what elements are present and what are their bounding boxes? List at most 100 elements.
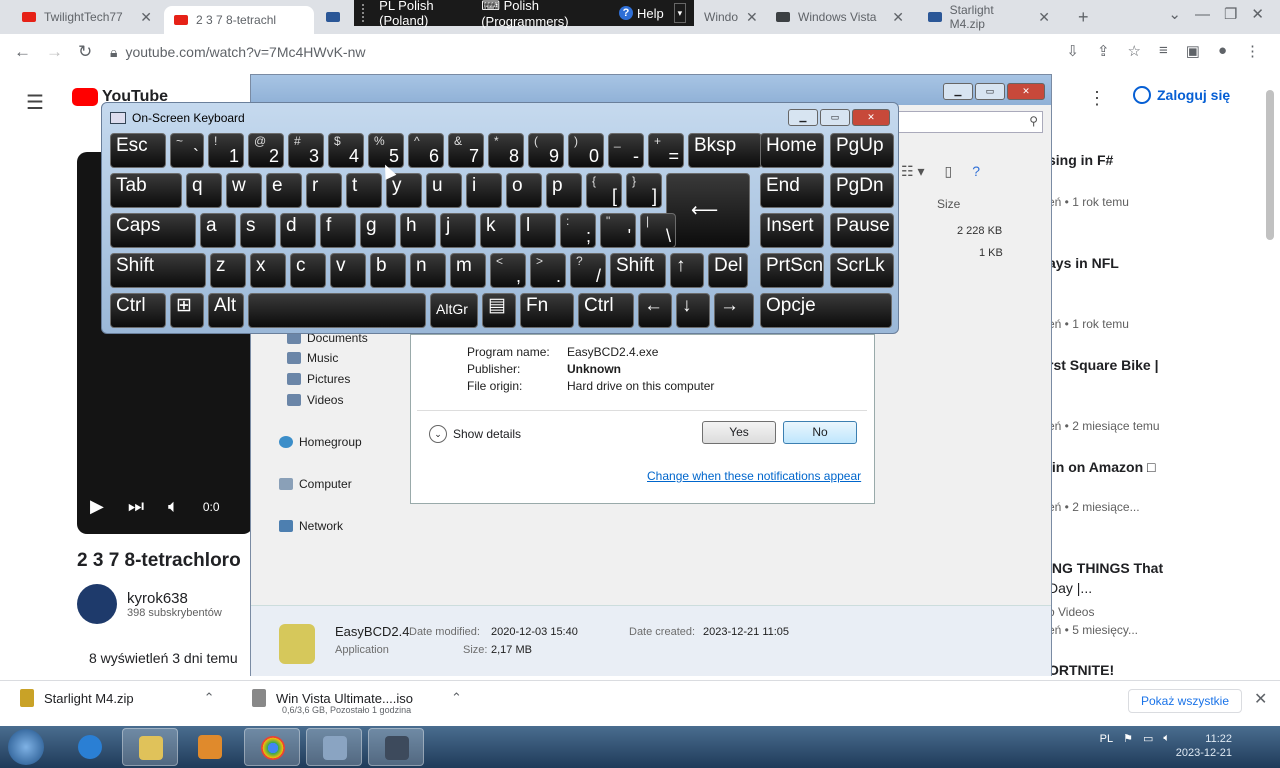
channel-name[interactable]: kyrok638 — [127, 590, 222, 607]
taskbar-chrome[interactable] — [244, 728, 300, 766]
minimize-icon[interactable]: — — [1195, 6, 1210, 23]
help-button[interactable]: ? Help — [618, 6, 664, 21]
address-bar[interactable]: 🔒︎ youtube.com/watch?v=7Mc4HWvK-nw — [110, 38, 1030, 66]
key-u[interactable]: u — [426, 173, 462, 208]
nav-videos[interactable]: Videos — [287, 393, 343, 407]
key-i[interactable]: i — [466, 173, 502, 208]
volume-icon[interactable]: 🔈︎ — [168, 496, 179, 518]
tab-windows[interactable] — [316, 4, 356, 30]
key-ctrl[interactable]: Ctrl — [110, 293, 166, 328]
key-sym-0-7[interactable]: ^ 6 — [408, 133, 444, 168]
maximize-button[interactable]: ▭ — [820, 109, 850, 126]
key-esc[interactable]: Esc — [110, 133, 166, 168]
sign-in-button[interactable]: Zaloguj się — [1133, 86, 1230, 104]
close-icon[interactable]: ✕ — [1254, 689, 1267, 709]
display-icon[interactable]: ▭ — [1143, 732, 1153, 745]
key-symbol[interactable]: ↑ — [670, 253, 704, 288]
key-x[interactable]: x — [250, 253, 286, 288]
language-bar-options-icon[interactable]: ▾ — [673, 3, 686, 23]
close-button[interactable]: ✕ — [1007, 83, 1045, 100]
minimize-button[interactable]: ▁ — [943, 83, 973, 100]
key-opcje[interactable]: Opcje — [760, 293, 892, 328]
taskbar-on-screen-keyboard[interactable] — [306, 728, 362, 766]
key-insert[interactable]: Insert — [760, 213, 824, 248]
action-center-icon[interactable]: ⚑ — [1123, 732, 1133, 745]
key-symbol[interactable]: → — [714, 293, 754, 328]
key-pgup[interactable]: PgUp — [830, 133, 894, 168]
install-icon[interactable]: ⇩ — [1066, 42, 1079, 60]
key-k[interactable]: k — [480, 213, 516, 248]
tab-tetrachloro[interactable]: 2 3 7 8-tetrachl — [164, 6, 314, 34]
close-tab-icon[interactable]: ✕ — [1038, 9, 1050, 26]
avatar[interactable] — [77, 584, 117, 624]
key-s[interactable]: s — [240, 213, 276, 248]
key-sym-0-13[interactable]: + = — [648, 133, 684, 168]
share-icon[interactable]: ⇪ — [1097, 42, 1110, 60]
key-j[interactable]: j — [440, 213, 476, 248]
key-sym-0-9[interactable]: * 8 — [488, 133, 524, 168]
recommendation-title-line2[interactable]: Day |... — [1048, 580, 1092, 596]
key-z[interactable]: z — [210, 253, 246, 288]
key-end[interactable]: End — [760, 173, 824, 208]
key-sym-0-8[interactable]: & 7 — [448, 133, 484, 168]
preview-pane-icon[interactable]: ▯ — [944, 163, 952, 180]
key-sym-3-9[interactable]: >. — [530, 253, 566, 288]
key-sym-0-3[interactable]: @2 — [248, 133, 284, 168]
taskbar-explorer[interactable] — [122, 728, 178, 766]
close-tab-icon[interactable]: ✕ — [140, 9, 152, 26]
clock[interactable]: 11:22 2023-12-21 — [1176, 732, 1232, 760]
key-sym-0-1[interactable]: ~ ` — [170, 133, 204, 168]
tab-twilighttech[interactable]: TwilightTech77 ✕ — [12, 4, 162, 30]
explorer-search-input[interactable]: ⚲ — [891, 111, 1043, 133]
bookmark-star-icon[interactable]: ☆ — [1128, 42, 1141, 60]
yes-button[interactable]: Yes — [702, 421, 776, 444]
tab-windows-partial[interactable]: Windo ✕ — [694, 4, 758, 30]
scrollbar[interactable] — [1266, 90, 1274, 240]
nav-music[interactable]: Music — [287, 351, 338, 365]
recommendation-title[interactable]: sing in F# — [1048, 152, 1113, 168]
key-t[interactable]: t — [346, 173, 382, 208]
key-sym-0-2[interactable]: ! 1 — [208, 133, 244, 168]
key-c[interactable]: c — [290, 253, 326, 288]
key-backslash[interactable]: | \ — [640, 213, 676, 248]
chevron-up-icon[interactable]: ⌃ — [204, 690, 215, 706]
input-language[interactable]: PL Polish (Poland) — [379, 0, 471, 28]
queue-icon[interactable]: ≡ — [1159, 42, 1168, 60]
key-symbol[interactable]: ← — [638, 293, 672, 328]
key-sym-0-11[interactable]: ) 0 — [568, 133, 604, 168]
key-symbol[interactable]: ↓ — [676, 293, 710, 328]
key-f[interactable]: f — [320, 213, 356, 248]
recommendation-title[interactable]: ING THINGS That — [1048, 560, 1163, 576]
key-del[interactable]: Del — [708, 253, 748, 288]
nav-computer[interactable]: Computer — [279, 477, 352, 491]
language-indicator[interactable]: PL — [1100, 733, 1113, 745]
taskbar-internet-explorer[interactable] — [62, 728, 118, 766]
key-home[interactable]: Home — [760, 133, 824, 168]
key-pgdn[interactable]: PgDn — [830, 173, 894, 208]
key-shift[interactable]: Shift — [610, 253, 666, 288]
close-tab-icon[interactable]: ✕ — [746, 9, 758, 26]
key-a[interactable]: a — [200, 213, 236, 248]
more-options-icon[interactable]: ⋮ — [1088, 88, 1106, 109]
key-q[interactable]: q — [186, 173, 222, 208]
keyboard-layout[interactable]: ⌨ Polish (Programmers) — [481, 0, 609, 29]
key-alt[interactable]: Alt — [208, 293, 244, 328]
key-sym-0-10[interactable]: (9 — [528, 133, 564, 168]
recommendation-title[interactable]: ays in NFL — [1048, 255, 1119, 271]
taskbar-media-player[interactable] — [182, 728, 238, 766]
chevron-up-icon[interactable]: ⌃ — [451, 690, 462, 706]
key-sym-1-11[interactable]: {[ — [586, 173, 622, 208]
key-space[interactable] — [248, 293, 426, 328]
view-options-icon[interactable]: ☷ ▾ — [901, 163, 924, 180]
download-item[interactable]: Starlight M4.zip ⌃ — [20, 689, 215, 707]
key-pause[interactable]: Pause — [830, 213, 894, 248]
key-sym-1-12[interactable]: }] — [626, 173, 662, 208]
key-tab[interactable]: Tab — [110, 173, 182, 208]
key-sym-3-8[interactable]: <, — [490, 253, 526, 288]
close-icon[interactable]: ✕ — [1251, 5, 1264, 23]
show-details-button[interactable]: ⌄ Show details — [429, 425, 521, 443]
key-y[interactable]: y — [386, 173, 422, 208]
maximize-button[interactable]: ▭ — [975, 83, 1005, 100]
key-l[interactable]: l — [520, 213, 556, 248]
reload-icon[interactable]: ↻ — [78, 42, 92, 62]
